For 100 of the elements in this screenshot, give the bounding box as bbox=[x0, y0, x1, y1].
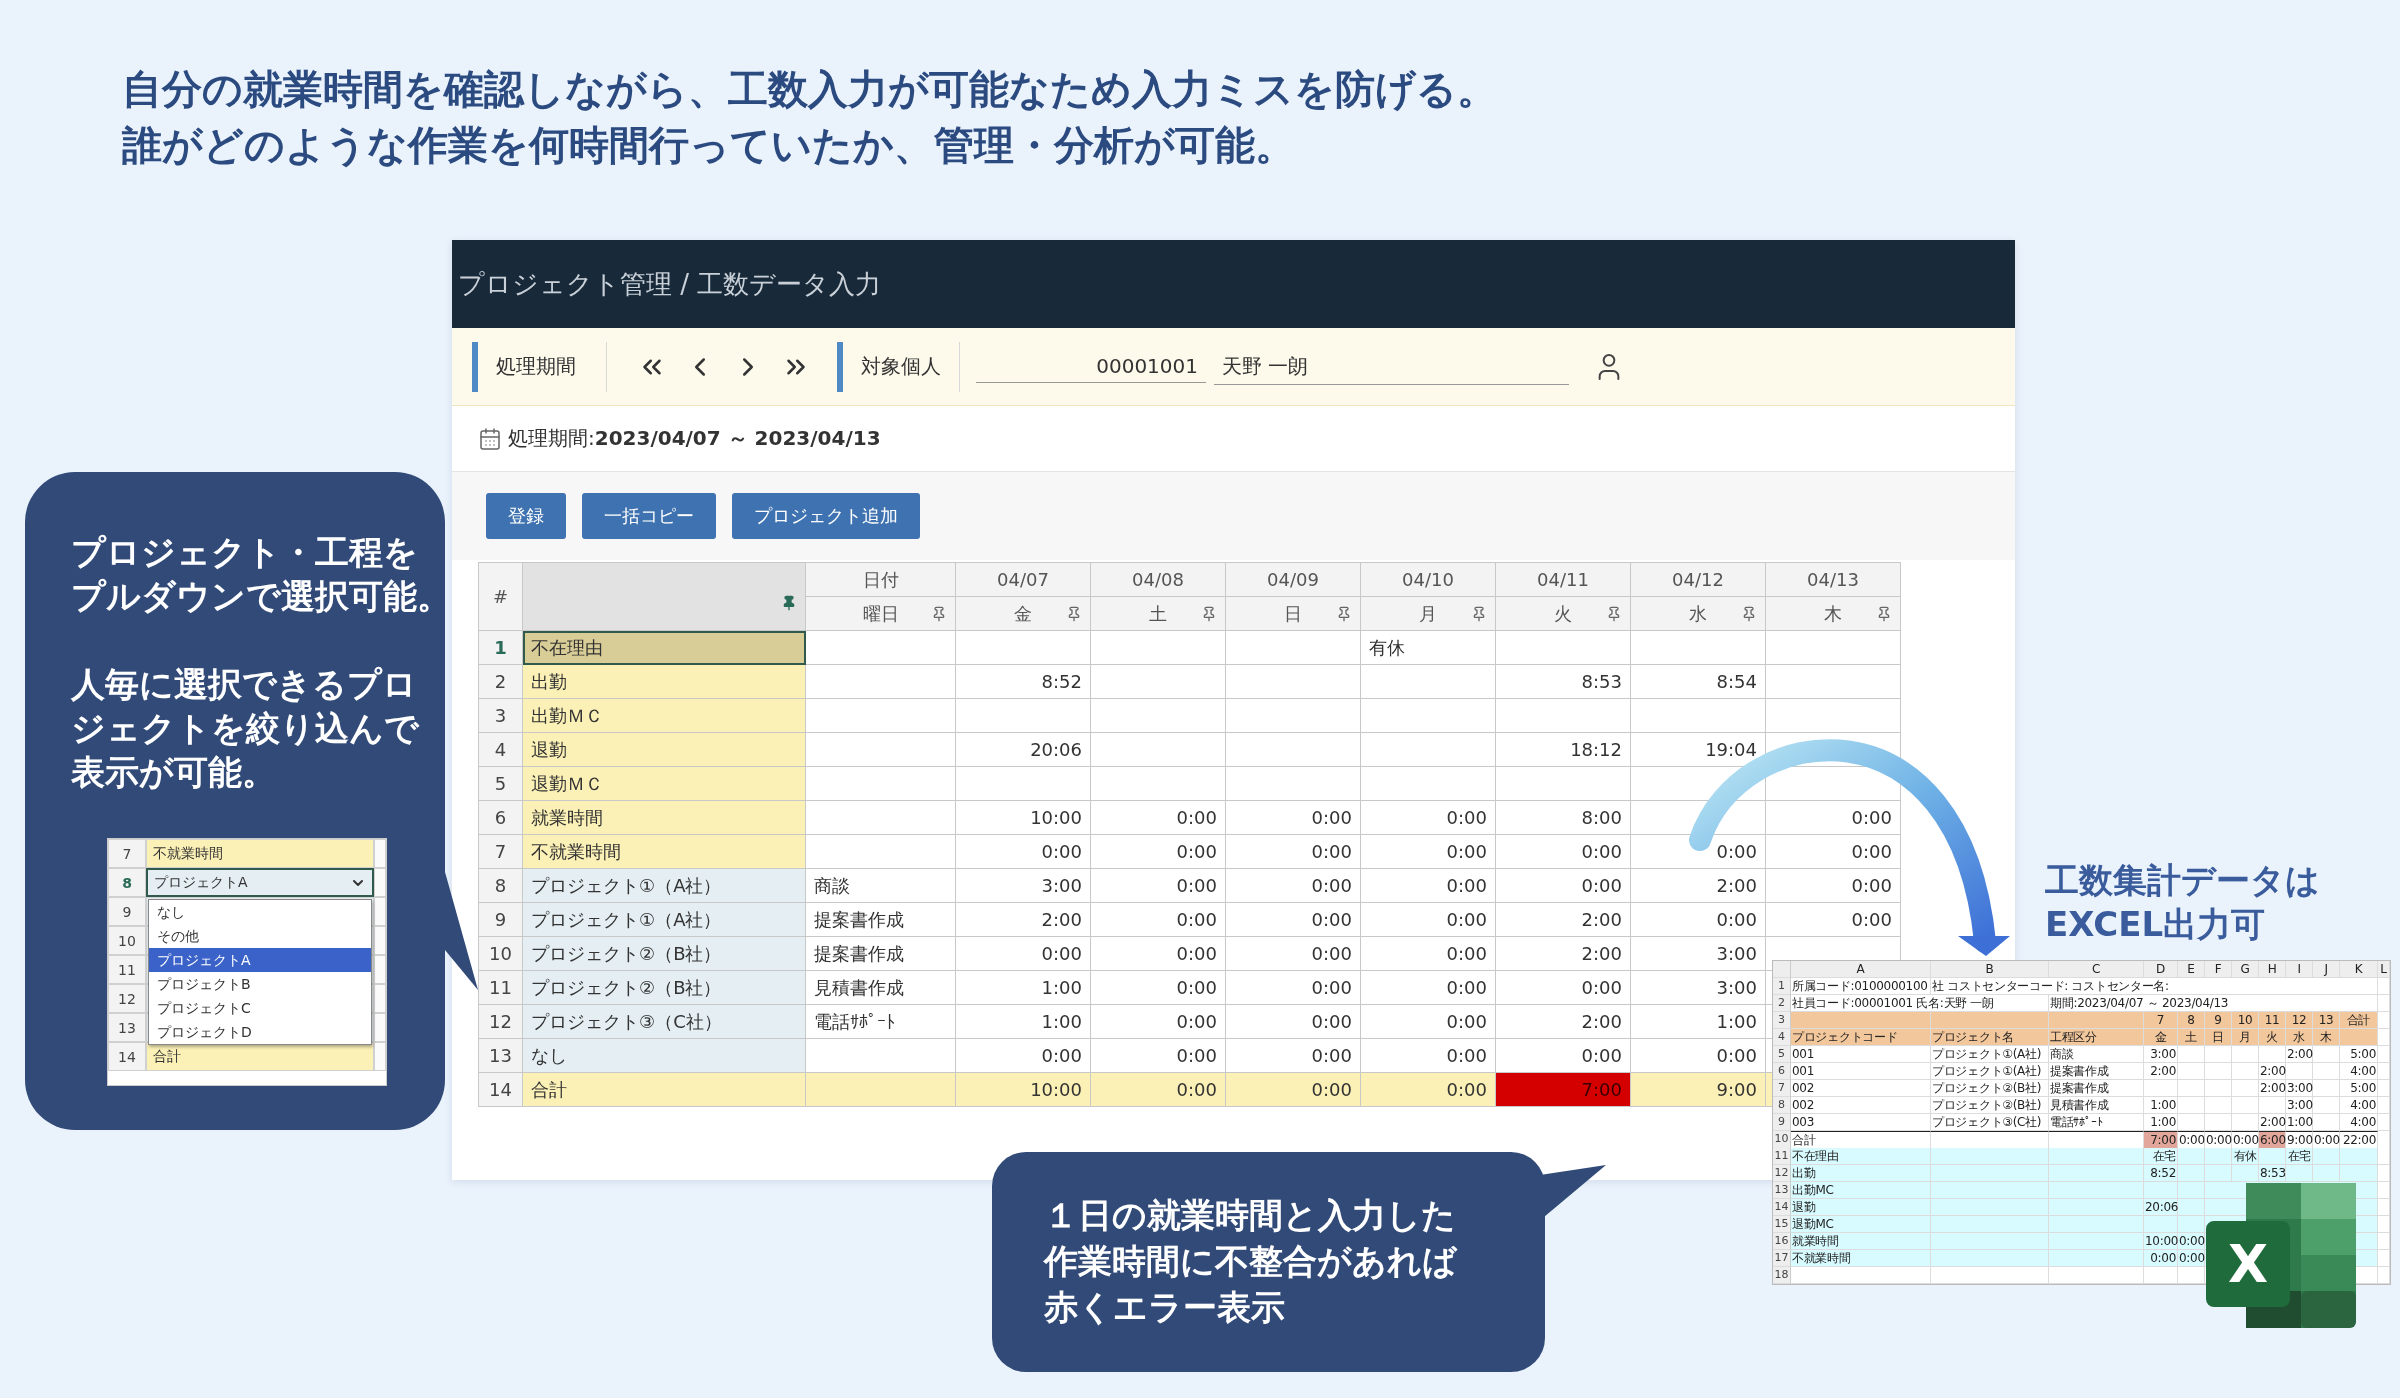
dropdown-option[interactable]: なし bbox=[149, 900, 371, 924]
table-cell[interactable]: 0:00 bbox=[1360, 902, 1496, 937]
table-cell[interactable]: 提案書作成 bbox=[805, 936, 956, 971]
dropdown-option[interactable]: プロジェクトA bbox=[149, 948, 371, 972]
table-cell[interactable]: 0:00 bbox=[1495, 834, 1631, 869]
table-cell[interactable]: 0:00 bbox=[1225, 1004, 1361, 1039]
table-cell[interactable]: 1:00 bbox=[1630, 1004, 1766, 1039]
table-cell[interactable]: 2:00 bbox=[955, 902, 1091, 937]
table-cell[interactable]: 不就業時間 bbox=[522, 834, 806, 869]
table-cell[interactable]: 10:00 bbox=[955, 800, 1091, 835]
table-cell[interactable]: 0:00 bbox=[1495, 1038, 1631, 1073]
table-cell[interactable]: 18:12 bbox=[1495, 732, 1631, 767]
table-cell[interactable]: 0:00 bbox=[1225, 936, 1361, 971]
action-button[interactable]: プロジェクト追加 bbox=[732, 493, 920, 539]
table-cell[interactable]: 出勤ＭＣ bbox=[522, 698, 806, 733]
table-cell[interactable]: 0:00 bbox=[1090, 970, 1226, 1005]
table-cell[interactable]: 0:00 bbox=[1495, 868, 1631, 903]
table-cell[interactable]: 0:00 bbox=[1090, 936, 1226, 971]
table-cell[interactable]: 9:00 bbox=[1630, 1072, 1766, 1107]
table-cell[interactable]: 見積書作成 bbox=[805, 970, 956, 1005]
table-cell[interactable]: 3:00 bbox=[955, 868, 1091, 903]
table-cell[interactable]: 0:00 bbox=[1360, 868, 1496, 903]
table-cell[interactable]: 0:00 bbox=[1225, 902, 1361, 937]
table-cell[interactable]: 提案書作成 bbox=[805, 902, 956, 937]
action-button[interactable]: 一括コピー bbox=[582, 493, 716, 539]
dropdown-option[interactable]: プロジェクトB bbox=[149, 972, 371, 996]
table-cell[interactable]: 合計 bbox=[522, 1072, 806, 1107]
table-cell[interactable]: 0:00 bbox=[1630, 1038, 1766, 1073]
table-cell[interactable]: 0:00 bbox=[1225, 970, 1361, 1005]
header-label: 木 bbox=[1824, 602, 1842, 624]
table-cell[interactable]: 2:00 bbox=[1630, 868, 1766, 903]
table-cell[interactable]: プロジェクト①（A社） bbox=[522, 868, 806, 903]
table-cell[interactable]: 退勤 bbox=[522, 732, 806, 767]
table-cell[interactable]: プロジェクト①（A社） bbox=[522, 902, 806, 937]
header-cell: 04/08 bbox=[1090, 562, 1226, 597]
table-cell[interactable]: 0:00 bbox=[1090, 902, 1226, 937]
sheet-cell: 1:00 bbox=[2286, 1114, 2313, 1131]
table-cell[interactable]: 8:52 bbox=[955, 664, 1091, 699]
sheet-cell: 工程区分 bbox=[2049, 1029, 2144, 1046]
table-cell[interactable]: 0:00 bbox=[1090, 834, 1226, 869]
table-cell[interactable]: なし bbox=[522, 1038, 806, 1073]
table-cell[interactable]: 0:00 bbox=[1090, 1072, 1226, 1107]
table-cell[interactable]: プロジェクト③（C社） bbox=[522, 1004, 806, 1039]
table-cell[interactable]: 0:00 bbox=[955, 936, 1091, 971]
caption: EXCEL出力可 bbox=[2045, 903, 2267, 946]
table-cell[interactable]: 0:00 bbox=[1765, 868, 1901, 903]
table-cell[interactable]: 電話ｻﾎﾟｰﾄ bbox=[805, 1004, 956, 1039]
table-cell[interactable]: 0:00 bbox=[1225, 1038, 1361, 1073]
table-cell[interactable]: 0:00 bbox=[1360, 834, 1496, 869]
table-cell[interactable]: 0:00 bbox=[1090, 868, 1226, 903]
row-number: 5 bbox=[478, 766, 523, 801]
table-cell[interactable]: 0:00 bbox=[1360, 936, 1496, 971]
table-cell[interactable]: 0:00 bbox=[1090, 1004, 1226, 1039]
table-cell[interactable]: 0:00 bbox=[1765, 800, 1901, 835]
employee-code-field[interactable]: 00001001 bbox=[976, 350, 1206, 383]
dropdown-option[interactable]: プロジェクトC bbox=[149, 996, 371, 1020]
table-cell[interactable]: プロジェクト②（B社） bbox=[522, 970, 806, 1005]
table-cell[interactable]: 3:00 bbox=[1630, 970, 1766, 1005]
table-cell[interactable]: 2:00 bbox=[1495, 1004, 1631, 1039]
dropdown-option[interactable]: プロジェクトD bbox=[149, 1020, 371, 1044]
table-cell[interactable]: 0:00 bbox=[1765, 902, 1901, 937]
table-cell[interactable]: 0:00 bbox=[1225, 868, 1361, 903]
table-cell[interactable]: 19:04 bbox=[1630, 732, 1766, 767]
table-cell[interactable]: 有休 bbox=[1360, 630, 1496, 665]
table-cell[interactable]: 0:00 bbox=[955, 1038, 1091, 1073]
table-cell[interactable]: 0:00 bbox=[1090, 1038, 1226, 1073]
employee-name-field[interactable]: 天野 一朗 bbox=[1214, 348, 1569, 385]
table-cell[interactable]: 0:00 bbox=[1090, 800, 1226, 835]
action-button[interactable]: 登録 bbox=[486, 493, 566, 539]
table-cell[interactable]: 0:00 bbox=[1360, 1004, 1496, 1039]
table-cell[interactable]: 0:00 bbox=[1360, 1038, 1496, 1073]
table-cell[interactable]: 0:00 bbox=[1630, 902, 1766, 937]
table-cell[interactable]: 0:00 bbox=[1225, 834, 1361, 869]
table-cell[interactable]: 20:06 bbox=[955, 732, 1091, 767]
sheet-cell: 提案書作成 bbox=[2049, 1080, 2144, 1097]
dropdown-field[interactable]: プロジェクトA bbox=[146, 868, 374, 897]
table-cell[interactable]: 0:00 bbox=[1360, 970, 1496, 1005]
table-cell[interactable]: 0:00 bbox=[1765, 834, 1901, 869]
table-cell[interactable]: 就業時間 bbox=[522, 800, 806, 835]
table-cell[interactable]: 退勤ＭＣ bbox=[522, 766, 806, 801]
table-cell[interactable]: 8:53 bbox=[1495, 664, 1631, 699]
table-cell[interactable]: 0:00 bbox=[1225, 1072, 1361, 1107]
table-cell[interactable]: 0:00 bbox=[1225, 800, 1361, 835]
table-cell[interactable]: 出勤 bbox=[522, 664, 806, 699]
table-cell[interactable]: 1:00 bbox=[955, 1004, 1091, 1039]
table-cell[interactable]: 不在理由 bbox=[522, 630, 806, 665]
table-cell[interactable]: 1:00 bbox=[955, 970, 1091, 1005]
table-cell[interactable]: 8:00 bbox=[1495, 800, 1631, 835]
table-cell[interactable]: 2:00 bbox=[1495, 936, 1631, 971]
table-cell[interactable]: 0:00 bbox=[1495, 970, 1631, 1005]
table-cell[interactable]: 0:00 bbox=[955, 834, 1091, 869]
table-cell[interactable]: 10:00 bbox=[955, 1072, 1091, 1107]
table-cell[interactable]: 0:00 bbox=[1360, 1072, 1496, 1107]
table-cell[interactable]: 8:54 bbox=[1630, 664, 1766, 699]
table-cell[interactable]: 3:00 bbox=[1630, 936, 1766, 971]
table-cell[interactable]: プロジェクト②（B社） bbox=[522, 936, 806, 971]
dropdown-option[interactable]: その他 bbox=[149, 924, 371, 948]
table-cell[interactable]: 商談 bbox=[805, 868, 956, 903]
table-cell[interactable]: 0:00 bbox=[1360, 800, 1496, 835]
table-cell[interactable]: 2:00 bbox=[1495, 902, 1631, 937]
